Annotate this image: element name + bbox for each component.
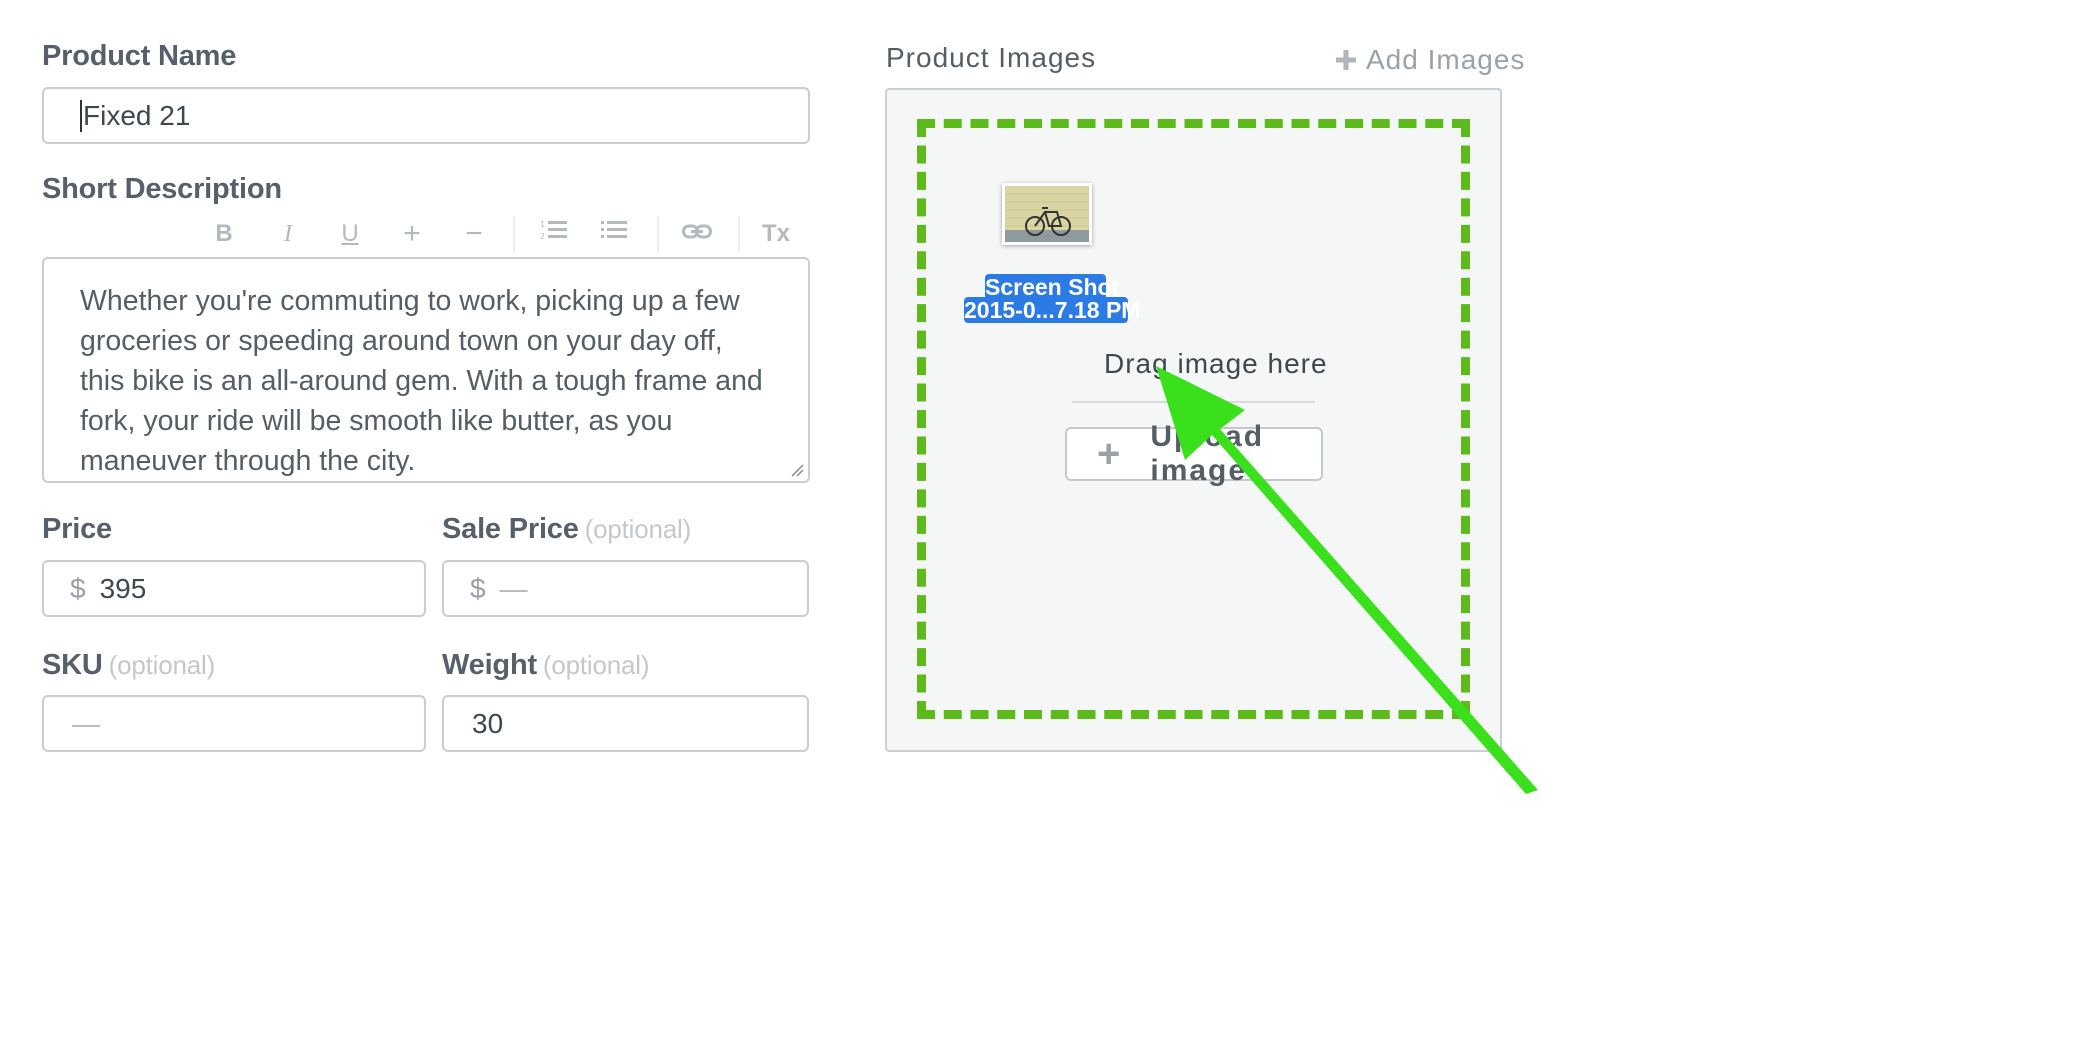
annotation-arrow-icon [1156, 366, 1538, 794]
